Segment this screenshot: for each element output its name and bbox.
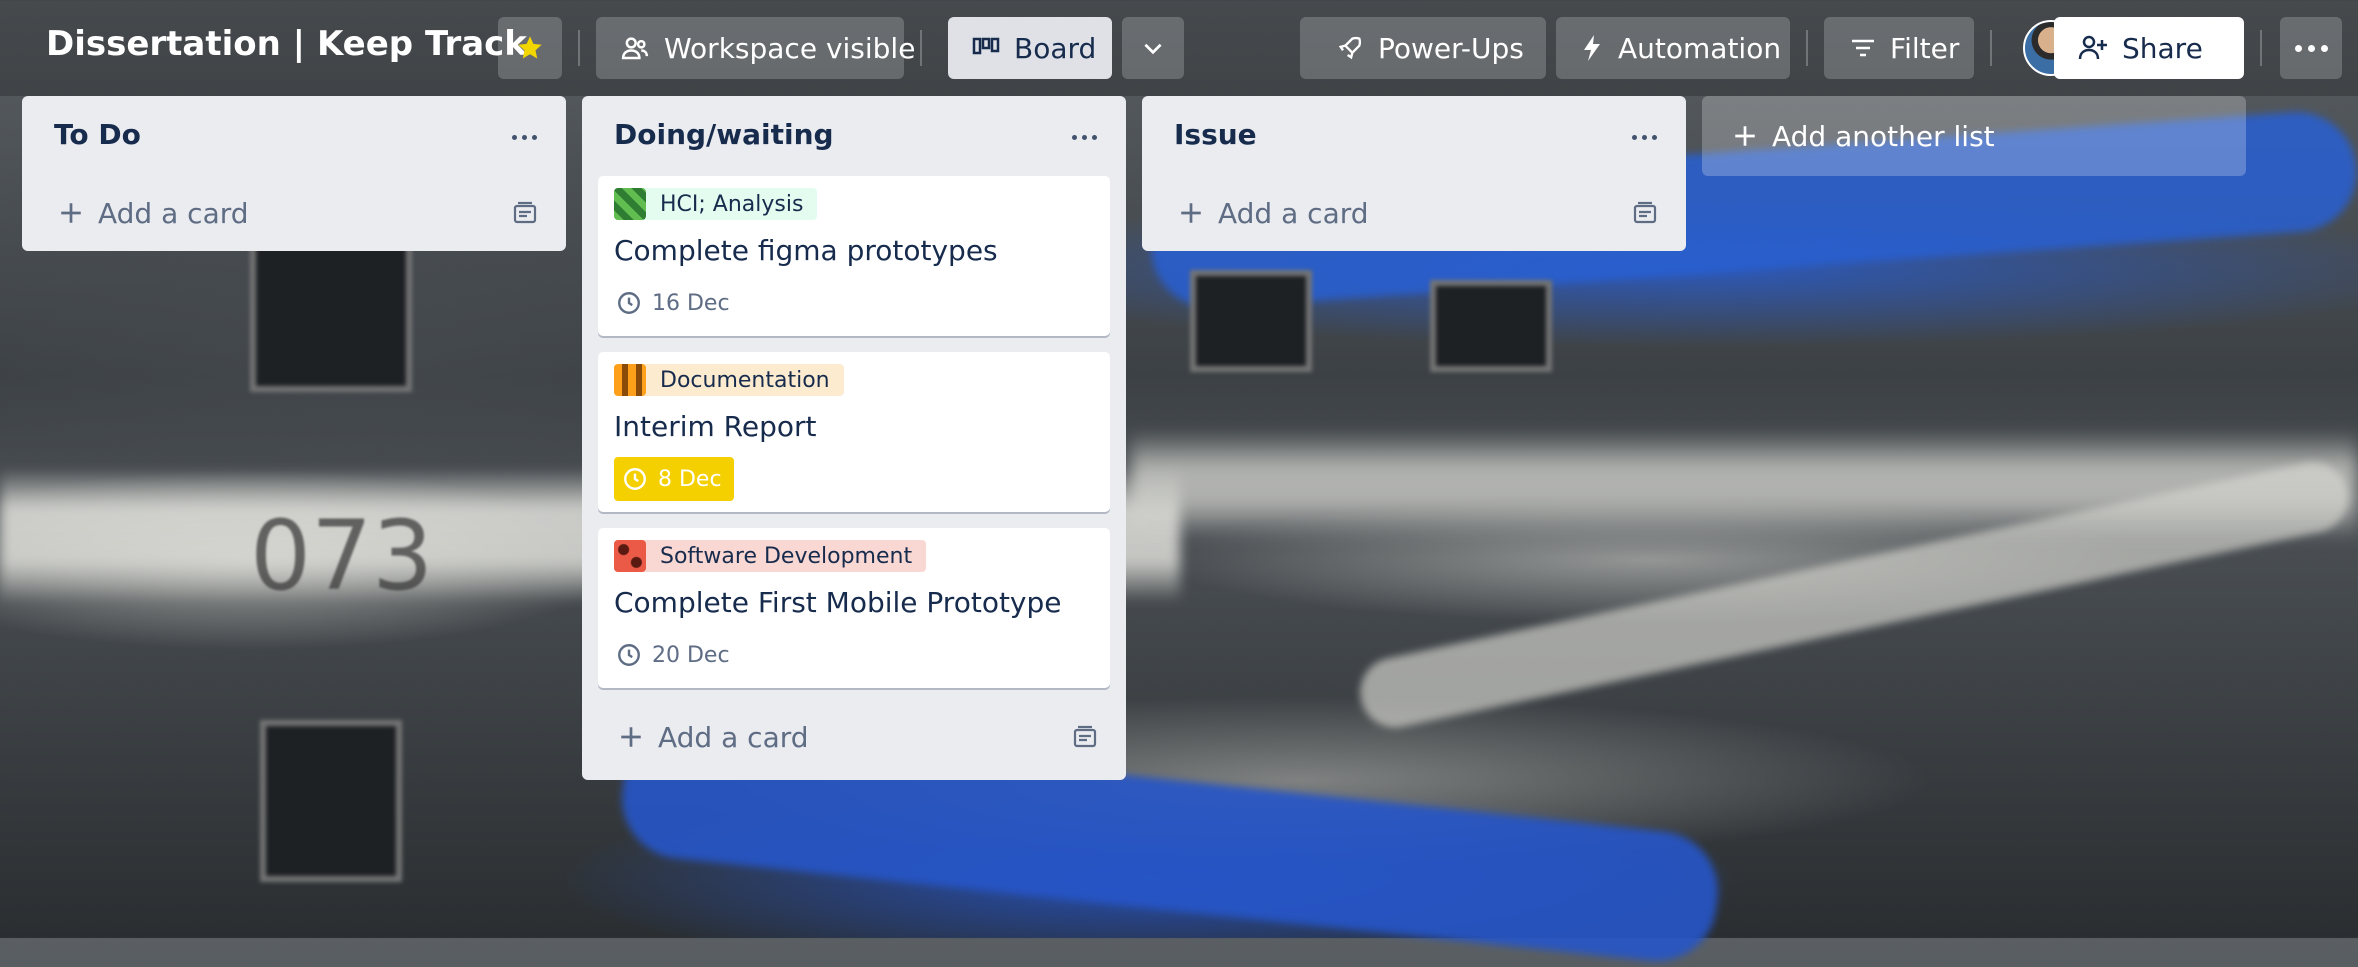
list-title[interactable]: Doing/waiting bbox=[614, 118, 834, 151]
due-date-text: 16 Dec bbox=[652, 290, 730, 316]
add-card-label: Add a card bbox=[1218, 196, 1369, 230]
add-card-label: Add a card bbox=[98, 196, 249, 230]
template-icon[interactable] bbox=[1632, 200, 1658, 226]
card-title: Complete First Mobile Prototype bbox=[614, 586, 1062, 619]
plus-icon bbox=[58, 200, 84, 226]
automation-label: Automation bbox=[1618, 31, 1782, 65]
add-card-label: Add a card bbox=[658, 720, 809, 754]
card-label-text: HCI; Analysis bbox=[660, 191, 804, 217]
filter-icon bbox=[1850, 37, 1876, 59]
filter-label: Filter bbox=[1890, 31, 1960, 65]
list-title[interactable]: To Do bbox=[54, 118, 141, 151]
label-swatch bbox=[614, 364, 646, 396]
header-separator bbox=[2260, 30, 2262, 66]
due-date-text: 8 Dec bbox=[658, 466, 722, 492]
board-title[interactable]: Dissertation | Keep Track bbox=[46, 24, 527, 64]
add-card-button[interactable]: Add a card bbox=[1142, 180, 1686, 246]
card-label[interactable]: Software Development bbox=[614, 540, 927, 572]
card-label-text: Software Development bbox=[660, 543, 913, 569]
view-switcher-button[interactable] bbox=[1122, 17, 1184, 79]
more-icon bbox=[2294, 44, 2328, 52]
template-icon[interactable] bbox=[1072, 724, 1098, 750]
rocket-icon bbox=[1336, 34, 1364, 62]
card[interactable]: HCI; Analysis Complete figma prototypes … bbox=[598, 176, 1110, 336]
due-date-badge[interactable]: 20 Dec bbox=[614, 633, 732, 677]
bg-port bbox=[1430, 280, 1552, 372]
share-button[interactable]: Share bbox=[2054, 17, 2244, 79]
due-date-text: 20 Dec bbox=[652, 642, 730, 668]
list-menu-button[interactable] bbox=[1624, 122, 1664, 152]
header-separator bbox=[1806, 30, 1808, 66]
bg-port bbox=[260, 720, 402, 882]
list-header: To Do bbox=[22, 96, 566, 180]
board-view-button[interactable]: Board bbox=[948, 17, 1112, 79]
plus-icon bbox=[1732, 123, 1758, 149]
card-label-text: Documentation bbox=[660, 367, 830, 393]
due-date-badge[interactable]: 16 Dec bbox=[614, 281, 732, 325]
plus-icon bbox=[1178, 200, 1204, 226]
board-header: Dissertation | Keep Track Workspace visi… bbox=[0, 0, 2358, 96]
bg-port bbox=[250, 240, 412, 392]
workspace-visibility-label: Workspace visible bbox=[664, 31, 916, 65]
list-issue: Issue Add a card bbox=[1142, 96, 1686, 251]
star-button[interactable] bbox=[498, 17, 562, 79]
lightning-icon bbox=[1580, 33, 1604, 63]
card[interactable]: Documentation Interim Report 8 Dec bbox=[598, 352, 1110, 512]
list-header: Issue bbox=[1142, 96, 1686, 180]
card-label[interactable]: HCI; Analysis bbox=[614, 188, 818, 220]
list-to-do: To Do Add a card bbox=[22, 96, 566, 251]
header-separator bbox=[920, 30, 922, 66]
list-menu-button[interactable] bbox=[504, 122, 544, 152]
label-swatch bbox=[614, 188, 646, 220]
workspace-visibility-button[interactable]: Workspace visible bbox=[596, 17, 915, 79]
add-card-button[interactable]: Add a card bbox=[22, 180, 566, 246]
filter-button[interactable]: Filter bbox=[1824, 17, 1974, 79]
template-icon[interactable] bbox=[512, 200, 538, 226]
card-title: Interim Report bbox=[614, 410, 817, 443]
label-swatch bbox=[614, 540, 646, 572]
clock-icon bbox=[616, 642, 642, 668]
add-list-button[interactable]: Add another list bbox=[1702, 96, 2246, 176]
add-card-button[interactable]: Add a card bbox=[582, 704, 1126, 770]
star-icon bbox=[516, 34, 544, 62]
list-menu-button[interactable] bbox=[1064, 122, 1104, 152]
bg-port bbox=[1190, 270, 1312, 372]
header-separator bbox=[1990, 30, 1992, 66]
card-label[interactable]: Documentation bbox=[614, 364, 844, 396]
chevron-down-icon bbox=[1140, 35, 1166, 61]
header-separator bbox=[578, 30, 580, 66]
clock-icon bbox=[616, 290, 642, 316]
list-title[interactable]: Issue bbox=[1174, 118, 1257, 151]
list-header: Doing/waiting bbox=[582, 96, 1126, 176]
board-view-label: Board bbox=[1014, 31, 1097, 65]
add-list-label: Add another list bbox=[1772, 119, 1995, 153]
clock-icon bbox=[622, 466, 648, 492]
powerups-button[interactable]: Power-Ups bbox=[1300, 17, 1546, 79]
card[interactable]: Software Development Complete First Mobi… bbox=[598, 528, 1110, 688]
add-person-icon bbox=[2078, 34, 2108, 62]
more-menu-button[interactable] bbox=[2280, 17, 2342, 79]
board-icon bbox=[972, 36, 1000, 60]
list-doing-waiting: Doing/waiting HCI; Analysis Complete fig… bbox=[582, 96, 1126, 780]
bg-panel-stripe-right bbox=[1130, 430, 2358, 540]
share-label: Share bbox=[2122, 31, 2203, 65]
workspace-icon bbox=[620, 33, 650, 63]
card-title: Complete figma prototypes bbox=[614, 234, 998, 267]
powerups-label: Power-Ups bbox=[1378, 31, 1524, 65]
automation-button[interactable]: Automation bbox=[1556, 17, 1790, 79]
plus-icon bbox=[618, 724, 644, 750]
due-date-badge[interactable]: 8 Dec bbox=[614, 457, 734, 501]
bg-port-number: 073 bbox=[250, 500, 434, 612]
